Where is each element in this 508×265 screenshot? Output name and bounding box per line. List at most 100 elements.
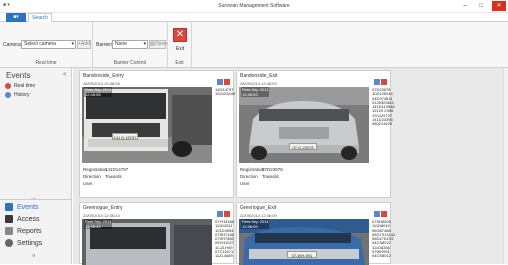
window-title: Surveian Management Software xyxy=(218,3,290,9)
nav-access[interactable]: Access xyxy=(5,214,69,226)
direction-value: Towards xyxy=(262,174,279,179)
ocr-overlay: Refs:Sep 2014 12:48:08 xyxy=(84,87,113,97)
more-nav-icon[interactable]: ˅ xyxy=(32,254,36,260)
plate-candidate: 11ZL4489 xyxy=(215,253,233,259)
ribbon: Cameras Select camera ▾ +Add Real time B… xyxy=(0,22,508,68)
card-actions xyxy=(373,79,387,87)
registration-row: Registration141D14797 xyxy=(83,167,128,172)
sidebar-title: Events xyxy=(6,71,31,80)
ocr-overlay: Refs:Sep 2014 12:36:09 xyxy=(241,219,270,229)
settings-icon xyxy=(5,239,13,248)
chevron-down-icon: ▾ xyxy=(143,41,146,47)
user-row: User xyxy=(240,181,262,186)
sidebar-item-label: Real time xyxy=(14,83,36,89)
barrier-select[interactable]: None ▾ xyxy=(112,40,148,49)
nav-reports[interactable]: Reports xyxy=(5,226,69,238)
save-icon[interactable] xyxy=(217,79,223,85)
sidebar-item-history[interactable]: History xyxy=(5,91,65,99)
event-card[interactable]: Greenogue_Entry 22/09/2014 12:36:43 Refs… xyxy=(79,202,234,265)
nav-label: Access xyxy=(17,216,40,223)
history-icon xyxy=(5,91,11,98)
close-button[interactable]: ✕ xyxy=(492,1,506,11)
vehicle-photo[interactable]: Refs:Sep 2014 12:36:09 07-WH-991 xyxy=(239,219,369,265)
camera-select-value: Select camera xyxy=(24,41,56,47)
group-label-realtime: Real time xyxy=(35,60,57,66)
event-card[interactable]: Bandonside_Exit 28/09/2014 12:48:53 Refs… xyxy=(236,70,395,198)
direction-value: Towards xyxy=(105,174,122,179)
plate-candidates: 07D23978 1D0125244 04D374811 0125303611 … xyxy=(372,87,395,127)
save-icon[interactable] xyxy=(374,79,380,85)
tab-search[interactable]: Search xyxy=(28,13,52,22)
direction-row: Direction Towards xyxy=(240,174,279,179)
add-camera-button[interactable]: +Add xyxy=(77,40,91,49)
direction-label: Direction xyxy=(83,174,101,179)
add-camera-label: Add xyxy=(81,41,90,47)
plate-candidates: 07SH6826 111D8010 06G87468 06G7313141 06… xyxy=(372,219,395,259)
nav-label: Reports xyxy=(17,228,42,235)
file-menu-icon: ■▾ xyxy=(13,14,19,20)
nav-label: Events xyxy=(17,204,39,211)
camera-name: Greenogue_Exit xyxy=(240,205,277,211)
ocr-line: 12:36:09 xyxy=(242,224,258,229)
save-icon[interactable] xyxy=(217,211,223,217)
event-card[interactable]: Greenogue_Exit 22/09/2014 12:36:09 Refs:… xyxy=(236,202,395,265)
camera-name: Bandonside_Entry xyxy=(83,73,124,79)
vehicle-photo[interactable]: Refs:Sep 2014 12:36:43 xyxy=(82,219,212,265)
registration-row: Registration07D23978 xyxy=(240,167,283,172)
plate-candidates: 14D14797 1S1123440 xyxy=(215,87,236,97)
group-label-exit: Exit xyxy=(175,60,184,66)
ocr-line: 12:48:08 xyxy=(85,92,101,97)
event-card[interactable]: Bandonside_Entry 28/09/2014 10:48:08 Ref… xyxy=(79,70,236,198)
sidebar-item-realtime[interactable]: Real time xyxy=(5,82,65,90)
file-tab[interactable]: ■▾ xyxy=(6,13,26,22)
direction-row: Direction Towards xyxy=(83,174,122,179)
card-actions xyxy=(216,79,230,87)
camera-select[interactable]: Select camera ▾ xyxy=(21,40,76,49)
nav-events[interactable]: Events xyxy=(5,202,69,214)
delete-icon[interactable] xyxy=(381,79,387,85)
vehicle-photo[interactable]: Refs:Sep 2014 12:48:08 141 D 19797 xyxy=(82,87,212,163)
reports-icon xyxy=(5,227,13,236)
nav-settings[interactable]: Settings xyxy=(5,238,69,250)
delete-icon[interactable] xyxy=(224,79,230,85)
exit-button-label: Exit xyxy=(175,46,185,52)
car-image xyxy=(239,87,369,163)
plate-candidates: 07YH3188 111D2611 101D4954 07SH7166 07SH… xyxy=(215,219,234,259)
close-x-icon: ✕ xyxy=(175,29,185,40)
card-actions xyxy=(373,211,387,219)
event-timestamp: 28/09/2014 12:48:53 xyxy=(240,81,277,86)
collapse-sidebar-icon[interactable]: < xyxy=(63,72,67,78)
delete-icon[interactable] xyxy=(381,211,387,217)
open-barrier-button[interactable]: ▧Open xyxy=(149,40,167,49)
plate-candidate: 080213425 xyxy=(372,121,393,127)
chevron-down-icon: ▾ xyxy=(71,41,74,47)
user-label: User xyxy=(240,181,250,186)
user-label: User xyxy=(83,181,93,186)
save-icon[interactable] xyxy=(374,211,380,217)
realtime-icon xyxy=(5,82,11,89)
content-scrollbar[interactable] xyxy=(503,68,508,264)
event-timestamp: 22/09/2014 12:36:09 xyxy=(240,213,277,218)
ocr-line: 12:48:53 xyxy=(242,92,258,97)
exit-button[interactable]: ✕ xyxy=(173,28,187,42)
ribbon-group-realtime: Cameras Select camera ▾ +Add Real time xyxy=(0,22,93,68)
splitter-grip-icon: ••••• xyxy=(31,196,37,200)
ribbon-tab-bar: ■▾ Search xyxy=(0,13,508,22)
events-grid: Bandonside_Entry 28/09/2014 10:48:08 Ref… xyxy=(73,68,508,265)
maximize-button[interactable]: □ xyxy=(474,1,488,11)
plate-candidate: 1S1123440 xyxy=(215,91,236,97)
license-plate: 07-WH-991 xyxy=(287,251,317,258)
title-bar: ■ ▾ Surveian Management Software – □ ✕ xyxy=(0,0,508,13)
delete-icon[interactable] xyxy=(224,211,230,217)
event-timestamp: 22/09/2014 12:36:43 xyxy=(83,213,120,218)
user-row: User xyxy=(83,181,105,186)
minimize-button[interactable]: – xyxy=(458,1,472,11)
camera-name: Bandonside_Exit xyxy=(240,73,278,79)
ocr-line: 12:36:43 xyxy=(85,224,101,229)
plate-candidate: 04CS8012 xyxy=(372,253,391,259)
direction-label: Direction xyxy=(240,174,258,179)
barriers-label: Barriers xyxy=(96,42,114,48)
vehicle-photo[interactable]: Refs:Sep 2014 12:48:53 07-D-23978 xyxy=(239,87,369,163)
sidebar: Events < Real time History ••••• Events … xyxy=(0,68,72,264)
ocr-overlay: Refs:Sep 2014 12:36:43 xyxy=(84,219,113,229)
